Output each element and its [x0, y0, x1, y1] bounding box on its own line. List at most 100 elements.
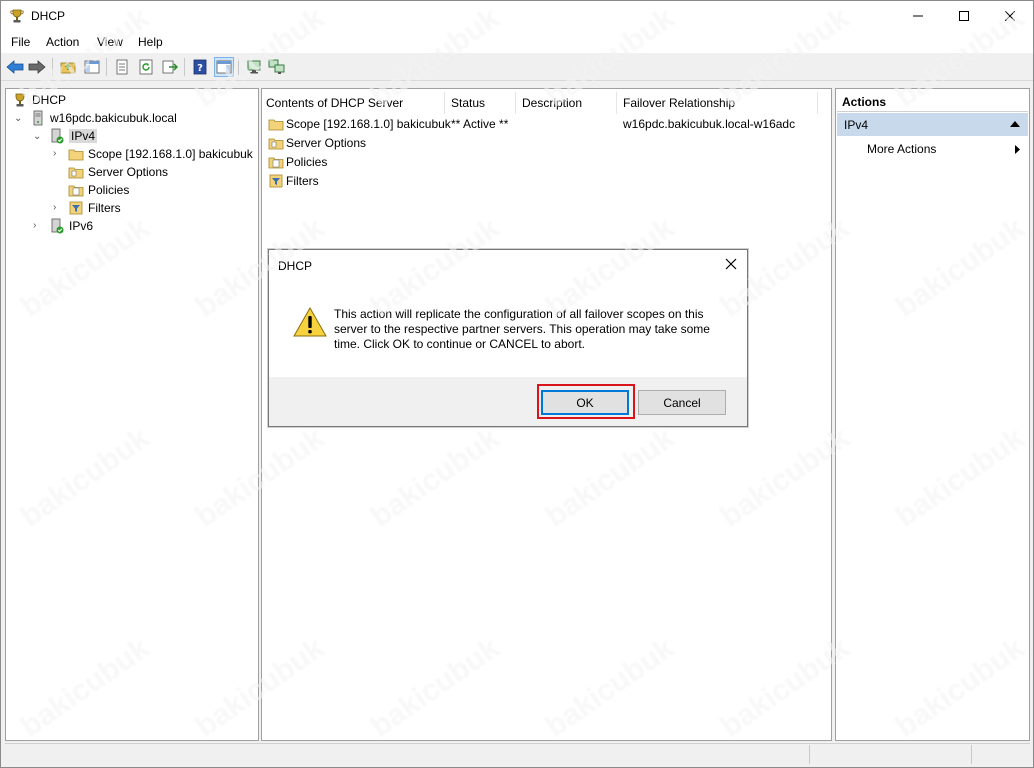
monitor-button[interactable]: [244, 57, 264, 77]
tree-item-scope[interactable]: Scope [192.168.1.0] bakicubuk: [68, 145, 253, 163]
folder-icon: [68, 149, 84, 161]
list-item[interactable]: Filters: [268, 172, 319, 190]
close-icon[interactable]: [723, 256, 739, 272]
tree-item-ipv6[interactable]: IPv6: [49, 217, 93, 235]
column-header-failover[interactable]: Failover Relationship: [623, 92, 818, 114]
submenu-arrow-icon: [1015, 145, 1020, 154]
show-hide-action-pane-icon: [216, 60, 232, 74]
console-tree: DHCP ⌄ w16pdc.bakicubuk.local ⌄ IPv4 › S…: [5, 88, 259, 741]
export-list-button[interactable]: [112, 57, 132, 77]
tree-item-dhcp[interactable]: DHCP: [12, 91, 66, 109]
column-header-description[interactable]: Description: [522, 92, 617, 114]
svg-text:?: ?: [197, 63, 203, 74]
minimize-button[interactable]: [895, 1, 941, 31]
filter-icon: [69, 201, 83, 215]
tree-label: Filters: [88, 201, 121, 215]
up-folder-icon: [60, 62, 76, 74]
server-icon: [33, 110, 43, 126]
policies-icon: [68, 185, 84, 197]
actions-pane: Actions IPv4 More Actions: [835, 88, 1030, 741]
server-options-icon: [268, 138, 284, 150]
export-button[interactable]: [160, 57, 180, 77]
forward-icon: [28, 60, 46, 74]
toolbar: ?: [1, 54, 1033, 81]
item-failover: w16pdc.bakicubuk.local-w16adc: [623, 117, 796, 131]
export-list-icon: [116, 59, 128, 75]
actions-title: Actions: [837, 90, 1028, 112]
network-icon: [268, 59, 285, 74]
collapse-server-icon[interactable]: ⌄: [14, 113, 24, 124]
more-actions-label: More Actions: [867, 142, 937, 156]
tree-item-ipv4[interactable]: IPv4: [49, 127, 98, 145]
tree-item-policies[interactable]: Policies: [68, 181, 129, 199]
item-status: ** Active **: [451, 117, 509, 131]
status-bar: [5, 743, 1030, 764]
actions-section-ipv4[interactable]: IPv4: [837, 113, 1028, 136]
tree-label: Scope [192.168.1.0] bakicubuk: [88, 147, 253, 161]
dhcp-trophy-icon: [10, 9, 24, 23]
back-button[interactable]: [5, 57, 25, 77]
forward-button[interactable]: [27, 57, 47, 77]
expand-ipv6-icon[interactable]: ›: [33, 220, 43, 231]
menu-help[interactable]: Help: [138, 35, 163, 49]
confirm-dialog: DHCP This action will replicate the conf…: [268, 249, 748, 427]
folder-icon: [268, 119, 284, 131]
back-icon: [6, 60, 24, 74]
tree-label: DHCP: [32, 93, 67, 107]
item-name: Filters: [286, 174, 319, 188]
close-button[interactable]: [987, 1, 1033, 31]
column-header-contents[interactable]: Contents of DHCP Server: [266, 92, 445, 114]
dhcp-trophy-icon: [15, 93, 25, 107]
status-cell: [809, 745, 909, 764]
help-button[interactable]: ?: [190, 57, 210, 77]
expand-scope-icon[interactable]: ›: [53, 148, 63, 159]
refresh-button[interactable]: [136, 57, 156, 77]
menu-view[interactable]: View: [97, 35, 123, 49]
collapse-ipv4-icon[interactable]: ⌄: [33, 131, 43, 142]
tree-label: IPv4: [69, 129, 98, 143]
server-options-icon: [68, 167, 84, 179]
help-icon: ?: [193, 59, 207, 75]
tree-item-server-options[interactable]: Server Options: [68, 163, 168, 181]
dhcp-window: DHCP File Action View Help ? DHCP ⌄ w16p…: [0, 0, 1034, 768]
title-bar: DHCP: [1, 1, 1033, 31]
item-name: Server Options: [286, 136, 367, 150]
collapse-up-icon: [1010, 121, 1020, 127]
list-item[interactable]: Scope [192.168.1.0] bakicubuk: [268, 115, 451, 133]
more-actions-item[interactable]: More Actions: [867, 142, 936, 156]
maximize-button[interactable]: [941, 1, 987, 31]
cancel-button[interactable]: Cancel: [638, 390, 726, 415]
show-hide-action-pane-button[interactable]: [214, 57, 234, 77]
refresh-icon: [139, 59, 153, 75]
ok-button[interactable]: OK: [541, 390, 629, 415]
filter-icon: [269, 174, 283, 188]
up-folder-button[interactable]: [58, 57, 78, 77]
minimize-icon: [913, 15, 923, 17]
expand-filters-icon[interactable]: ›: [53, 202, 63, 213]
item-name: Policies: [286, 155, 328, 169]
export-icon: [162, 60, 178, 74]
window-title: DHCP: [31, 9, 66, 23]
warning-icon: [293, 307, 327, 337]
menu-file[interactable]: File: [11, 35, 30, 49]
maximize-icon: [959, 11, 969, 21]
tree-item-filters[interactable]: Filters: [68, 199, 121, 217]
tree-label: Policies: [88, 183, 130, 197]
menu-bar: File Action View Help: [1, 31, 1033, 53]
tree-item-server[interactable]: w16pdc.bakicubuk.local: [30, 109, 177, 127]
network-button[interactable]: [267, 57, 287, 77]
close-icon: [1005, 11, 1015, 21]
list-item[interactable]: Server Options: [268, 134, 366, 152]
dialog-message: This action will replicate the configura…: [334, 307, 710, 351]
list-item[interactable]: Policies: [268, 153, 327, 171]
show-hide-tree-button[interactable]: [82, 57, 102, 77]
status-cell: [971, 745, 1029, 764]
dialog-title: DHCP: [278, 259, 313, 273]
menu-action[interactable]: Action: [46, 35, 79, 49]
monitor-icon: [247, 60, 261, 74]
column-header-status[interactable]: Status: [451, 92, 516, 114]
ipv4-server-icon: [51, 128, 64, 144]
actions-section-label: IPv4: [844, 118, 869, 132]
tree-label: w16pdc.bakicubuk.local: [50, 111, 177, 125]
ipv6-server-icon: [51, 218, 64, 234]
